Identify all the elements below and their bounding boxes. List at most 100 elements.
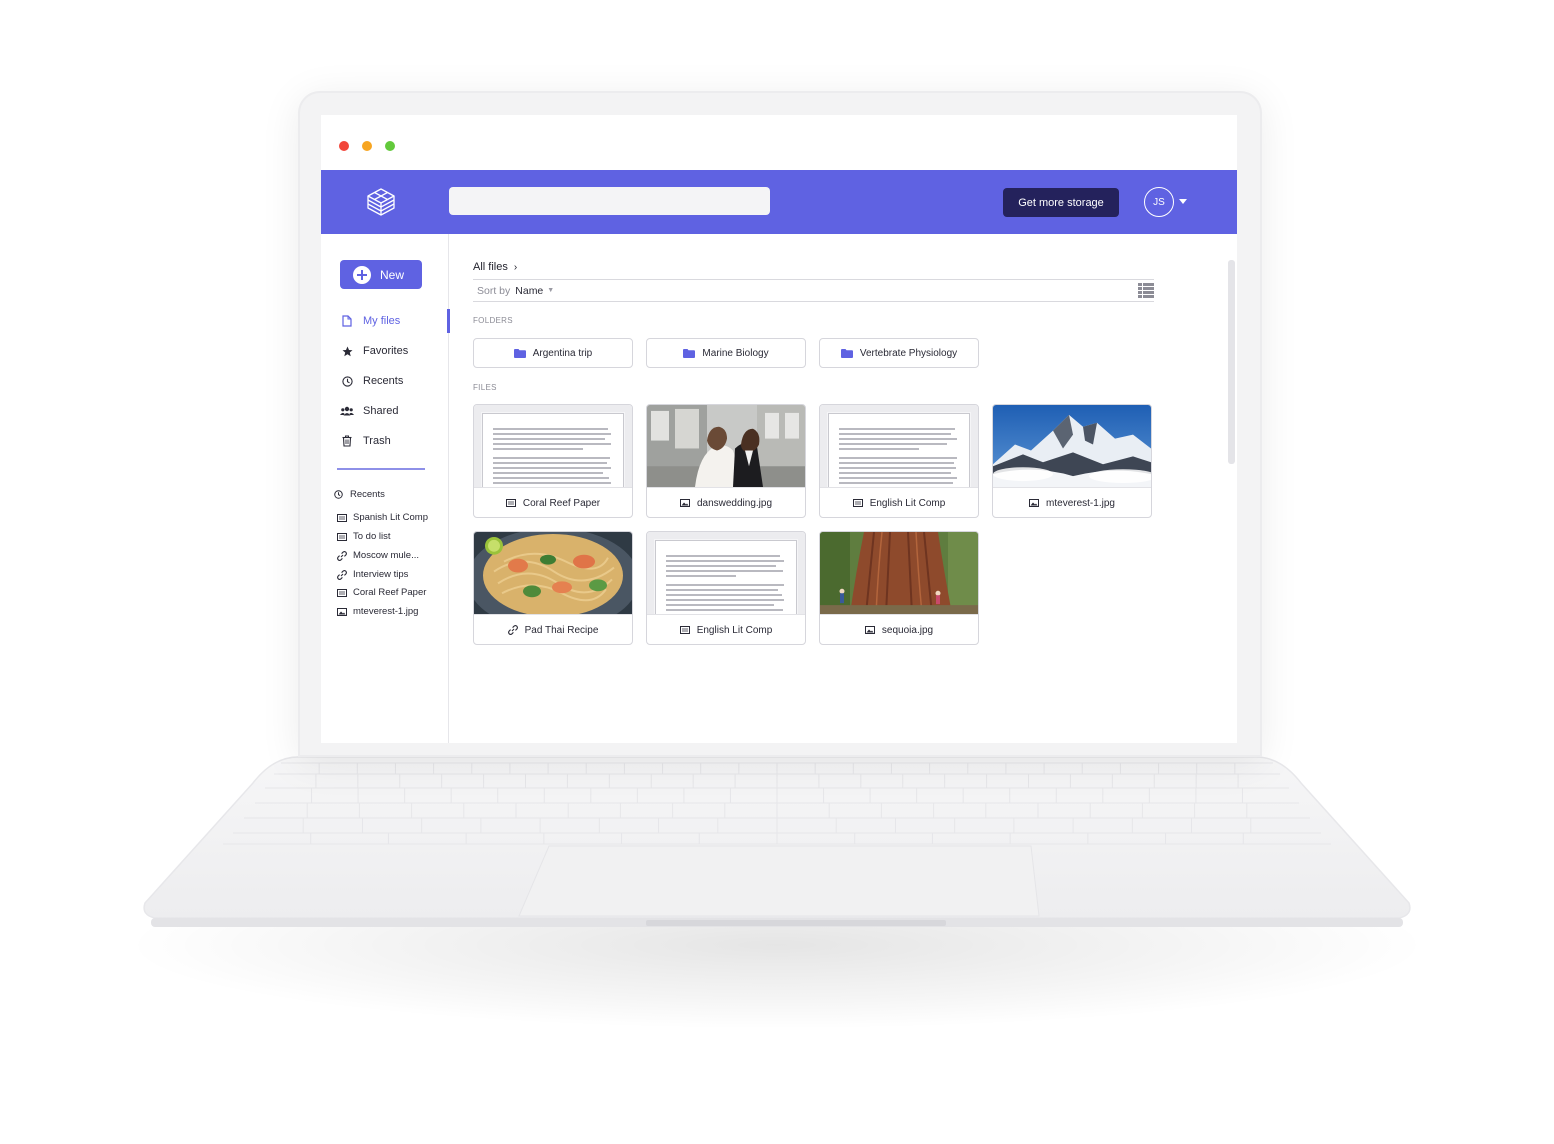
recent-item-label: Moscow mule... (353, 550, 419, 561)
file-name: English Lit Comp (696, 624, 773, 636)
recent-item[interactable]: Moscow mule... (337, 550, 419, 561)
document-icon (852, 499, 863, 507)
file-card[interactable]: English Lit Comp (819, 404, 979, 518)
sidebar-item-favorites[interactable]: Favorites (321, 339, 449, 363)
tree-photo-thumbnail (820, 532, 978, 615)
window-chrome (321, 115, 1237, 170)
minimize-window-button[interactable] (362, 141, 372, 151)
recent-item[interactable]: mteverest-1.jpg (337, 606, 418, 617)
recent-item-label: mteverest-1.jpg (353, 606, 419, 617)
file-name: sequoia.jpg (881, 624, 934, 636)
star-icon (340, 346, 354, 357)
new-button-label: New (380, 267, 405, 282)
main-content: All files › Sort by Name ▼ FOLDERS Argen… (450, 234, 1237, 743)
chevron-down-icon[interactable]: ▼ (547, 287, 554, 294)
file-name: danswedding.jpg (696, 497, 773, 509)
breadcrumb[interactable]: All files › (473, 261, 517, 273)
folder-label: Argentina trip (532, 347, 593, 359)
users-icon (340, 406, 354, 416)
sidebar: New My files Favorites Recents Shared Tr… (321, 234, 450, 743)
document-icon (505, 499, 516, 507)
file-card[interactable]: Coral Reef Paper (473, 404, 633, 518)
folder-icon (513, 348, 526, 358)
recent-item-label: Spanish Lit Comp (353, 512, 428, 523)
get-more-storage-button[interactable]: Get more storage (1003, 188, 1119, 217)
sidebar-item-my-files[interactable]: My files (321, 309, 450, 333)
trash-icon (340, 435, 354, 447)
recents-heading: Recents (334, 489, 385, 500)
image-icon (1029, 499, 1040, 507)
sidebar-item-label: Trash (363, 435, 391, 447)
document-thumbnail (474, 405, 632, 488)
recents-heading-label: Recents (350, 489, 385, 500)
avatar[interactable]: JS (1144, 187, 1174, 217)
sidebar-item-label: Shared (363, 405, 399, 417)
sidebar-item-recents[interactable]: Recents (321, 369, 449, 393)
app-logo-icon[interactable] (365, 186, 397, 218)
file-card[interactable]: sequoia.jpg (819, 531, 979, 645)
breadcrumb-label: All files (473, 261, 508, 273)
image-icon (679, 499, 690, 507)
clock-icon (340, 375, 354, 387)
file-card[interactable]: mteverest-1.jpg (992, 404, 1152, 518)
mountain-photo-thumbnail (993, 405, 1151, 488)
chevron-down-icon[interactable] (1179, 199, 1187, 204)
sidebar-item-shared[interactable]: Shared (321, 399, 449, 423)
sidebar-item-label: Recents (363, 375, 404, 387)
file-card[interactable]: English Lit Comp (646, 531, 806, 645)
clock-icon (334, 490, 346, 499)
list-view-icon[interactable] (1138, 283, 1154, 298)
folder-item[interactable]: Argentina trip (473, 338, 633, 368)
file-name: Pad Thai Recipe (524, 624, 599, 636)
link-icon (337, 550, 349, 561)
recent-item-label: To do list (353, 531, 391, 542)
recent-item-label: Interview tips (353, 569, 409, 580)
chevron-right-icon: › (513, 261, 518, 273)
document-thumbnail (647, 532, 805, 615)
sort-select[interactable]: Name (515, 285, 543, 297)
file-name: Coral Reef Paper (522, 497, 601, 509)
maximize-window-button[interactable] (385, 141, 395, 151)
folder-item[interactable]: Marine Biology (646, 338, 806, 368)
recent-item[interactable]: Interview tips (337, 569, 408, 580)
plus-icon (353, 265, 371, 284)
sidebar-divider (337, 468, 425, 470)
file-name: mteverest-1.jpg (1046, 497, 1115, 509)
sort-bar: Sort by Name ▼ (473, 279, 1154, 302)
sidebar-item-label: My files (363, 315, 401, 327)
image-icon (337, 607, 349, 616)
document-icon (337, 513, 349, 522)
scrollbar[interactable] (1228, 260, 1235, 464)
laptop-mockup: Get more storage JS New My files Favorit… (0, 0, 1554, 1144)
folder-icon (683, 348, 696, 358)
document-icon (337, 588, 349, 597)
new-button[interactable]: New (340, 260, 422, 289)
file-card[interactable]: Pad Thai Recipe (473, 531, 633, 645)
file-name: English Lit Comp (869, 497, 946, 509)
sidebar-item-trash[interactable]: Trash (321, 429, 449, 453)
folder-label: Marine Biology (702, 347, 769, 359)
close-window-button[interactable] (339, 141, 349, 151)
link-icon (337, 569, 349, 580)
file-icon (340, 315, 354, 327)
laptop-keyboard-base (143, 756, 1411, 927)
search-input[interactable] (449, 187, 770, 215)
folders-heading: FOLDERS (473, 316, 513, 325)
folder-item[interactable]: Vertebrate Physiology (819, 338, 979, 368)
sort-label: Sort by (477, 284, 511, 297)
sidebar-item-label: Favorites (363, 345, 409, 357)
folder-label: Vertebrate Physiology (859, 347, 958, 359)
food-photo-thumbnail (474, 532, 632, 615)
file-card[interactable]: danswedding.jpg (646, 404, 806, 518)
recent-item[interactable]: To do list (337, 531, 391, 542)
app-header: Get more storage JS (321, 170, 1237, 234)
document-icon (679, 626, 690, 634)
app-window: Get more storage JS New My files Favorit… (321, 115, 1237, 743)
document-icon (337, 532, 349, 541)
image-icon (864, 626, 875, 634)
files-heading: FILES (473, 383, 497, 392)
recent-item[interactable]: Coral Reef Paper (337, 587, 426, 598)
recent-item[interactable]: Spanish Lit Comp (337, 512, 428, 523)
link-icon (507, 625, 518, 635)
recent-item-label: Coral Reef Paper (353, 587, 427, 598)
